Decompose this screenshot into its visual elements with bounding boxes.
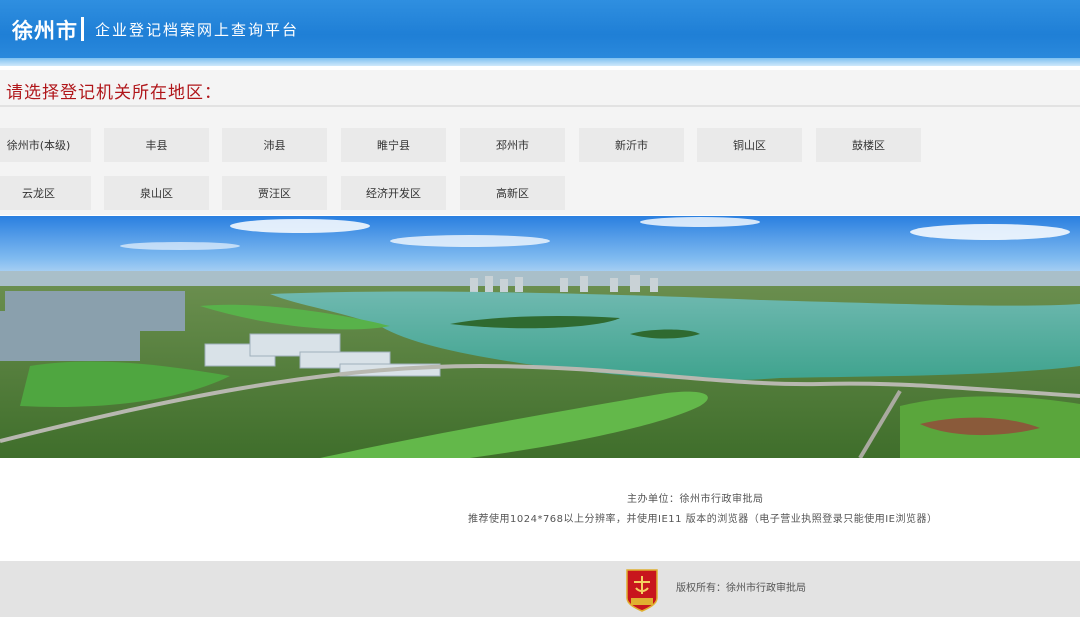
platform-title: 企业登记档案网上查询平台 xyxy=(95,21,300,39)
region-button-jingkaiqu[interactable]: 经济开发区 xyxy=(341,176,446,210)
city-logo-text: 徐州市 xyxy=(12,19,78,43)
region-button-fengxian[interactable]: 丰县 xyxy=(104,128,209,162)
region-title: 请选择登记机关所在地区： xyxy=(6,83,222,103)
region-button-gaoxin[interactable]: 高新区 xyxy=(460,176,565,210)
region-button-tongshan[interactable]: 铜山区 xyxy=(697,128,802,162)
copyright-text: 版权所有：徐州市行政审批局 xyxy=(676,583,806,594)
city-landscape-banner xyxy=(0,216,1080,458)
header-strip xyxy=(0,58,1080,66)
footer-bar xyxy=(0,561,1080,617)
region-button-peixian[interactable]: 沛县 xyxy=(222,128,327,162)
region-button-suining[interactable]: 睢宁县 xyxy=(341,128,446,162)
region-button-quanshan[interactable]: 泉山区 xyxy=(104,176,209,210)
header-divider xyxy=(81,17,84,41)
host-unit-text: 主办单位：徐州市行政审批局 xyxy=(627,494,764,505)
region-button-xinyi[interactable]: 新沂市 xyxy=(579,128,684,162)
region-button-gulou[interactable]: 鼓楼区 xyxy=(816,128,921,162)
browser-recommendation-text: 推荐使用1024*768以上分辨率，并使用IE11 版本的浏览器（电子营业执照登… xyxy=(468,514,938,525)
region-button-yunlong[interactable]: 云龙区 xyxy=(0,176,91,210)
region-button-pizhou[interactable]: 邳州市 xyxy=(460,128,565,162)
region-button-jiawang[interactable]: 贾汪区 xyxy=(222,176,327,210)
government-emblem-icon xyxy=(625,568,659,612)
region-button-xuzhou[interactable]: 徐州市(本级) xyxy=(0,128,91,162)
